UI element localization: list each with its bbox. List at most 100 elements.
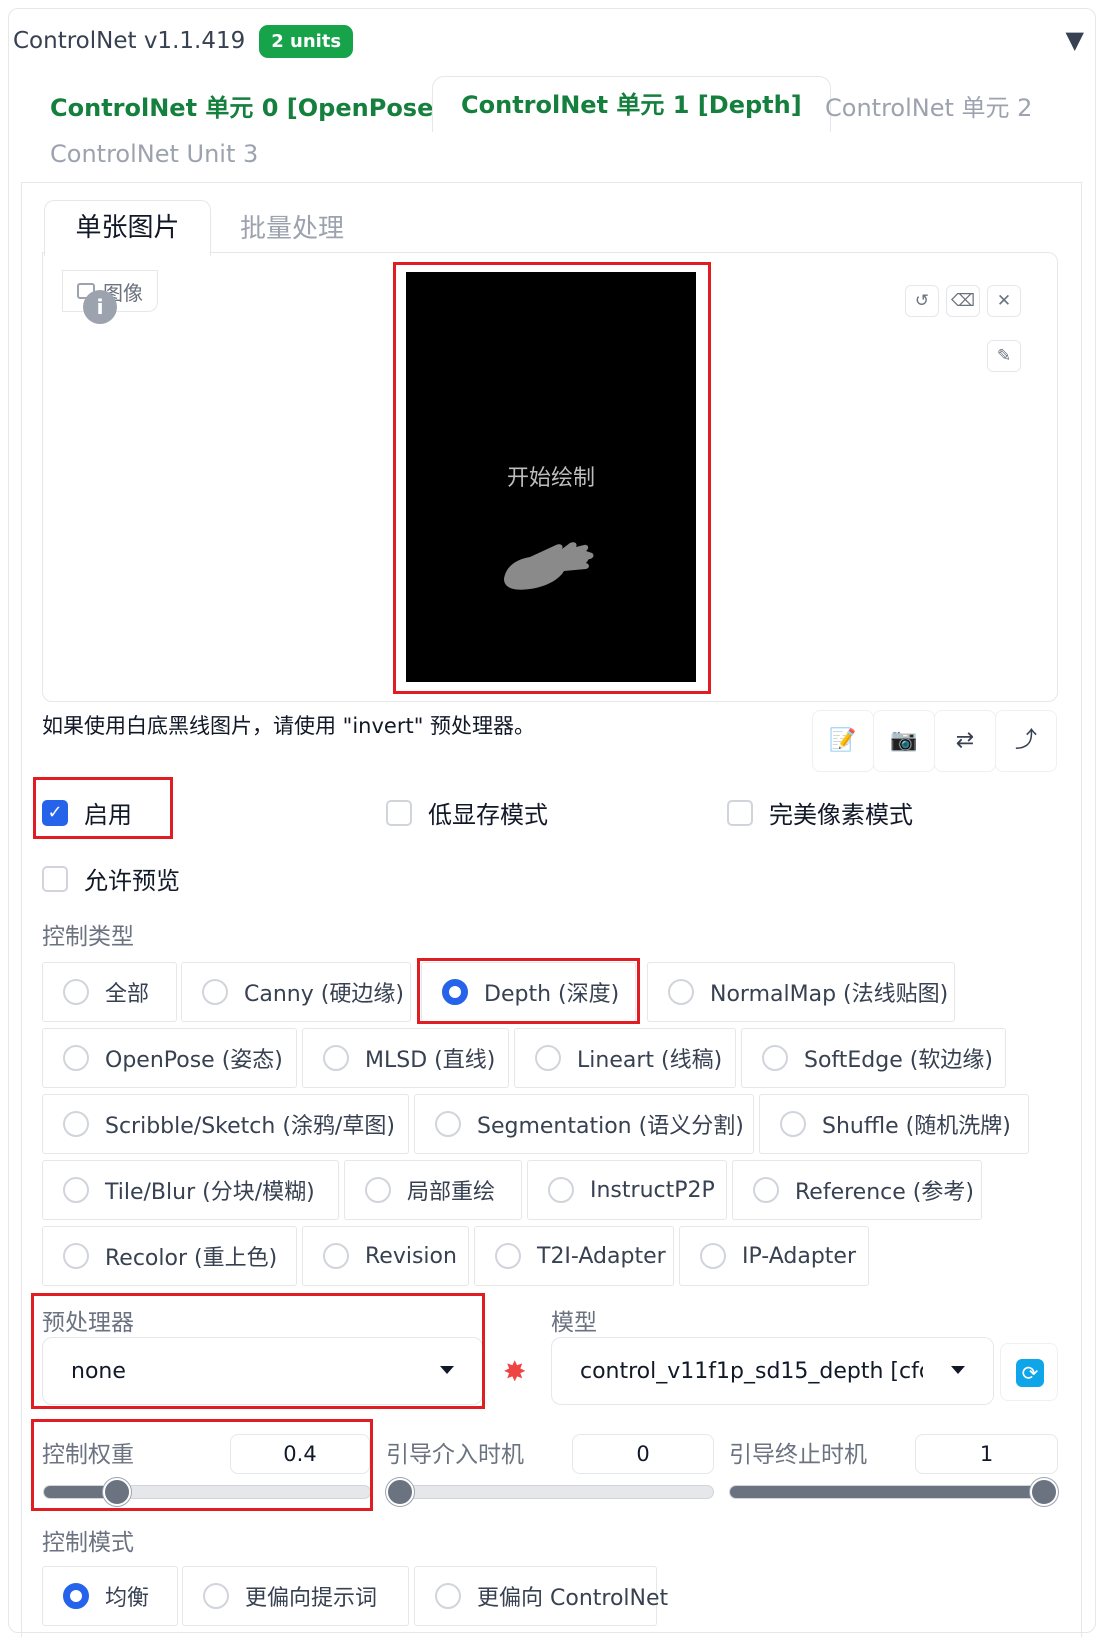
start-step-label: 引导介入时机 [386,1442,524,1468]
radio-label: OpenPose (姿态) [105,1048,283,1073]
radio-dot [548,1177,574,1203]
checkbox-box [42,865,68,892]
radio-prompt-important[interactable]: 更偏向提示词 [182,1566,409,1626]
radio-ip-adapter[interactable]: IP-Adapter [679,1226,869,1286]
radio-label: 全部 [105,982,150,1007]
model-label: 模型 [551,1310,597,1336]
radio-normalmap[interactable]: NormalMap (法线贴图) [647,962,955,1022]
end-step-label: 引导终止时机 [729,1442,867,1468]
radio-dot [63,979,89,1005]
tab-unit-2[interactable]: ControlNet 单元 2 [825,88,1032,123]
radio-instructp2p[interactable]: InstructP2P [527,1160,727,1220]
radio-dot [63,1583,89,1609]
start-step-input[interactable]: 0 [572,1434,714,1474]
start-step-handle[interactable] [386,1478,414,1506]
radio-dot [762,1045,788,1071]
radio-label: Revision [365,1243,457,1269]
radio-label: Tile/Blur (分块/模糊) [105,1180,315,1205]
radio-shuffle[interactable]: Shuffle (随机洗牌) [759,1094,1029,1154]
canvas-highlight [393,262,711,694]
radio-all[interactable]: 全部 [42,962,177,1022]
low-vram-label: 低显存模式 [428,801,548,829]
radio-dot [753,1177,779,1203]
radio-dot [668,979,694,1005]
radio-label: Shuffle (随机洗牌) [822,1114,1011,1139]
depth-highlight [417,958,640,1024]
tab-unit-1[interactable]: ControlNet 单元 1 [Depth] [432,76,831,132]
radio-t2i-adapter[interactable]: T2I-Adapter [474,1226,674,1286]
radio-dot [365,1177,391,1203]
invert-hint: 如果使用白底黑线图片，请使用 "invert" 预处理器。 [42,714,536,738]
tab-batch[interactable]: 批量处理 [240,208,344,245]
radio-revision[interactable]: Revision [302,1226,469,1286]
radio-segmentation[interactable]: Segmentation (语义分割) [414,1094,754,1154]
radio-label: Scribble/Sketch (涂鸦/草图) [105,1114,395,1139]
radio-scribble[interactable]: Scribble/Sketch (涂鸦/草图) [42,1094,409,1154]
send-dimensions-icon[interactable]: ⤴ [995,710,1057,772]
erase-icon[interactable]: ⌫ [946,285,980,317]
radio-dot [63,1111,89,1137]
end-step-handle[interactable] [1030,1478,1058,1506]
radio-reference[interactable]: Reference (参考) [732,1160,982,1220]
model-select[interactable]: control_v11f1p_sd15_depth [cfd03158] [551,1337,994,1405]
radio-dot [700,1243,726,1269]
radio-label: 均衡 [105,1586,150,1611]
radio-softedge[interactable]: SoftEdge (软边缘) [741,1028,1006,1088]
radio-dot [495,1243,521,1269]
controlnet-title: ControlNet v1.1.419 [13,28,246,54]
refresh-button[interactable]: ⟳ [1000,1343,1058,1401]
brush-icon[interactable]: ✎ [987,340,1021,372]
info-icon[interactable]: i [83,290,117,324]
controlnet-header[interactable]: ControlNet v1.1.419 2 units [13,20,354,62]
radio-label: Canny (硬边缘) [244,982,404,1007]
radio-dot [202,979,228,1005]
radio-dot [780,1111,806,1137]
radio-recolor[interactable]: Recolor (重上色) [42,1226,297,1286]
end-step-input[interactable]: 1 [915,1434,1058,1474]
radio-lineart[interactable]: Lineart (线稿) [514,1028,736,1088]
radio-canny[interactable]: Canny (硬边缘) [181,962,411,1022]
radio-label: Recolor (重上色) [105,1246,278,1271]
radio-balanced[interactable]: 均衡 [42,1566,178,1626]
control-mode-label: 控制模式 [42,1530,134,1556]
allow-preview-checkbox[interactable]: 允许预览 [42,861,180,896]
chevron-down-icon [951,1366,965,1374]
pixel-perfect-checkbox[interactable]: 完美像素模式 [727,795,913,830]
units-badge: 2 units [259,24,354,58]
radio-inpaint[interactable]: 局部重绘 [344,1160,522,1220]
radio-label: InstructP2P [590,1177,715,1203]
run-preprocessor-icon[interactable]: ✸ [503,1355,526,1388]
radio-label: MLSD (直线) [365,1048,496,1073]
checkbox-box [386,799,412,826]
radio-dot [63,1045,89,1071]
radio-label: 更偏向 ControlNet [477,1586,669,1611]
radio-dot [535,1045,561,1071]
radio-mlsd[interactable]: MLSD (直线) [302,1028,509,1088]
radio-dot [323,1045,349,1071]
control-type-label: 控制类型 [42,924,134,950]
low-vram-checkbox[interactable]: 低显存模式 [386,795,548,830]
tab-single-image[interactable]: 单张图片 [44,200,211,256]
weight-highlight [31,1419,373,1511]
pixel-perfect-label: 完美像素模式 [769,801,913,829]
radio-dot [323,1243,349,1269]
close-icon[interactable]: ✕ [987,285,1021,317]
radio-dot [435,1583,461,1609]
camera-icon[interactable]: 📷 [873,710,935,772]
radio-tile-blur[interactable]: Tile/Blur (分块/模糊) [42,1160,339,1220]
radio-openpose[interactable]: OpenPose (姿态) [42,1028,297,1088]
edit-icon[interactable]: 📝 [812,710,874,772]
radio-controlnet-important[interactable]: 更偏向 ControlNet [414,1566,668,1626]
swap-icon[interactable]: ⇄ [934,710,996,772]
radio-label: Reference (参考) [795,1180,974,1205]
radio-label: SoftEdge (软边缘) [804,1048,993,1073]
checkbox-box [727,799,753,826]
radio-label: Lineart (线稿) [577,1048,723,1073]
collapse-icon[interactable]: ▼ [1066,26,1084,54]
tab-unit-0[interactable]: ControlNet 单元 0 [OpenPose] [50,88,444,123]
tab-unit-3[interactable]: ControlNet Unit 3 [50,140,258,168]
end-step-slider[interactable] [729,1485,1058,1499]
radio-dot [63,1243,89,1269]
undo-icon[interactable]: ↺ [905,285,939,317]
start-step-slider[interactable] [386,1485,714,1499]
